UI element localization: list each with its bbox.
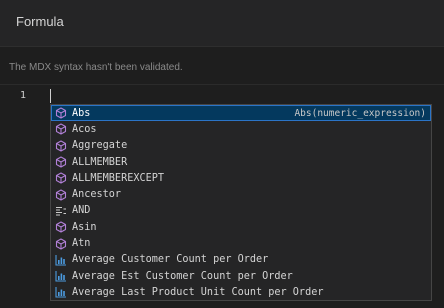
operator-icon xyxy=(55,205,67,217)
suggestion-label: Average Est Customer Count per Order xyxy=(72,270,293,282)
suggestion-item[interactable]: Aggregate xyxy=(51,138,431,154)
line-number: 1 xyxy=(20,90,27,101)
measure-icon xyxy=(55,270,67,282)
suggestion-item[interactable]: Acos xyxy=(51,121,431,137)
suggestion-label: Aggregate xyxy=(72,140,128,152)
suggestion-item[interactable]: ALLMEMBER xyxy=(51,154,431,170)
suggestion-label: AND xyxy=(72,205,91,217)
function-cube-icon xyxy=(55,107,67,119)
formula-header: Formula xyxy=(0,0,444,47)
function-cube-icon xyxy=(55,189,67,201)
function-cube-icon xyxy=(55,123,67,135)
function-cube-icon xyxy=(55,172,67,184)
suggestion-label: Average Customer Count per Order xyxy=(72,254,269,266)
text-cursor xyxy=(50,89,51,103)
suggestion-item[interactable]: Ancestor xyxy=(51,186,431,202)
suggestion-item[interactable]: Asin xyxy=(51,219,431,235)
measure-icon xyxy=(55,254,67,266)
suggestion-item[interactable]: AND xyxy=(51,203,431,219)
suggestion-item[interactable]: Atn xyxy=(51,235,431,251)
measure-icon xyxy=(55,286,67,298)
suggestion-signature: Abs(numeric_expression) xyxy=(294,107,426,119)
function-cube-icon xyxy=(55,140,67,152)
function-cube-icon xyxy=(55,221,67,233)
suggestion-label: ALLMEMBEREXCEPT xyxy=(72,172,165,184)
suggestion-item[interactable]: ALLMEMBEREXCEPT xyxy=(51,170,431,186)
function-cube-icon xyxy=(55,237,67,250)
suggestion-item[interactable]: Abs Abs(numeric_expression) xyxy=(51,105,431,122)
suggestion-label: Acos xyxy=(72,123,97,135)
function-cube-icon xyxy=(55,156,67,168)
autocomplete-list[interactable]: Abs Abs(numeric_expression) Acos Aggregate A… xyxy=(50,104,432,301)
suggestion-label: Asin xyxy=(72,221,97,233)
suggestion-label: Average Last Product Unit Count per Orde… xyxy=(72,286,324,298)
suggestion-item[interactable]: Average Last Product Unit Count per Orde… xyxy=(51,284,431,300)
suggestion-item[interactable]: Average Est Customer Count per Order xyxy=(51,268,431,284)
suggestion-label: Atn xyxy=(72,238,91,250)
suggestion-item[interactable]: Average Customer Count per Order xyxy=(51,252,431,268)
formula-title: Formula xyxy=(16,14,64,29)
validation-message: The MDX syntax hasn't been validated. xyxy=(9,62,183,73)
suggestion-label: Ancestor xyxy=(72,189,122,201)
suggestion-label: ALLMEMBER xyxy=(72,156,128,168)
